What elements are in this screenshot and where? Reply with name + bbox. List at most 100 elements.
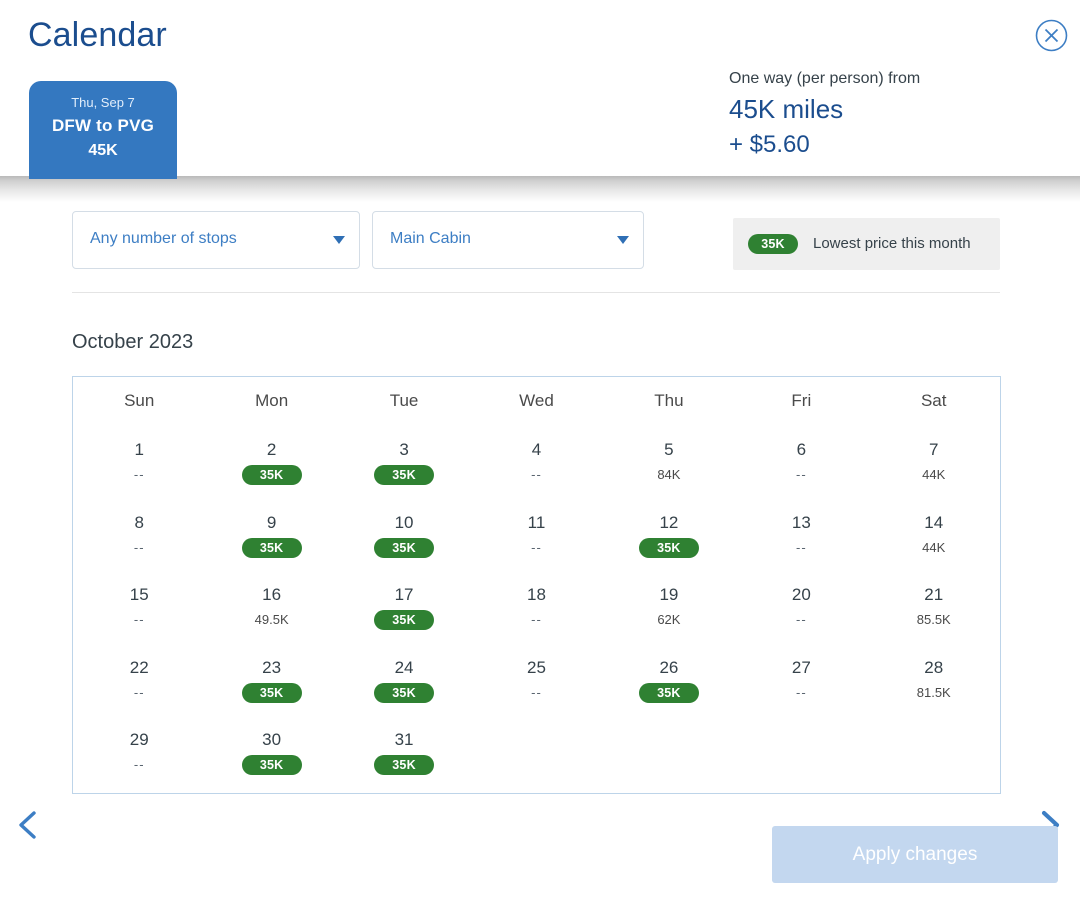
calendar-day-number: 19 [659,585,679,604]
stops-select[interactable]: Any number of stops [72,211,360,269]
dialog-header: Calendar Thu, Sep 7 DFW to PVG 45K One w… [0,0,1080,176]
calendar-day-25[interactable]: 25 -- [470,643,602,716]
calendar-day-number: 6 [796,440,807,459]
calendar-day-empty [735,715,867,788]
calendar-day-number: 25 [527,657,546,677]
calendar-day-16[interactable]: 16 49.5K [205,570,337,643]
calendar-day-price: 85.5K [916,612,951,627]
calendar-day-24[interactable]: 24 35K [338,643,470,716]
calendar-day-12[interactable]: 12 35K [603,498,735,571]
price-summary: One way (per person) from 45K miles + $5… [729,66,920,162]
calendar-day-price: 81.5K [916,684,951,700]
calendar-day-7[interactable]: 7 44K [868,425,1000,498]
calendar-day-18[interactable]: 18 -- [470,570,602,643]
calendar-day-lowest-badge: 35K [374,610,435,630]
flight-tab-date: Thu, Sep 7 [71,95,135,110]
calendar-day-lowest-badge: 35K [241,682,302,703]
calendar-day-31[interactable]: 31 35K [338,715,470,788]
calendar-week-row: 1 -- 2 35K 3 35K 4 -- 5 84K 6 -- 7 44K [73,425,1000,498]
calendar-day-26[interactable]: 26 35K [603,643,735,716]
calendar-day-price: 44K [922,467,946,482]
calendar-day-number: 26 [659,657,679,677]
calendar-day-number: 3 [399,440,409,459]
calendar-day-number: 24 [394,657,414,677]
calendar-day-price: -- [795,467,807,482]
calendar-day-lowest-badge: 35K [374,537,435,558]
calendar-day-price: -- [531,684,542,700]
calendar-day-lowest-badge: 35K [374,755,435,775]
price-summary-fee: + $5.60 [729,131,810,158]
calendar-day-price: -- [531,467,542,482]
calendar-day-23[interactable]: 23 35K [205,643,337,716]
calendar-day-number: 18 [527,585,546,604]
calendar-day-lowest-badge: 35K [374,465,435,485]
day-of-week-header: Sun Mon Tue Wed Thu Fri Sat [73,377,1000,425]
calendar-day-5[interactable]: 5 84K [603,425,735,498]
calendar-day-empty [603,715,735,788]
stops-select-value: Any number of stops [90,230,237,247]
calendar-day-1[interactable]: 1 -- [73,425,205,498]
calendar-week-row: 22 -- 23 35K 24 35K 25 -- 26 35K 27 -- 28 81.5K [73,643,1000,716]
calendar-day-21[interactable]: 21 85.5K [868,570,1000,643]
day-of-week-tue: Tue [389,391,419,410]
filters-row: Any number of stops Main Cabin 35K Lowes… [72,210,1000,272]
calendar-day-price: -- [133,612,145,627]
calendar-day-price: -- [531,612,542,627]
day-of-week-thu: Thu [654,391,684,410]
flight-tab-connector [29,173,177,179]
calendar-grid: Sun Mon Tue Wed Thu Fri Sat 1 -- 2 35K 3 35K 4 -- 5 84K… [72,376,1001,794]
header-divider-shadow [0,176,1080,202]
calendar-day-17[interactable]: 17 35K [338,570,470,643]
calendar-day-15[interactable]: 15 -- [73,570,205,643]
calendar-day-lowest-badge: 35K [374,682,435,703]
calendar-day-30[interactable]: 30 35K [205,715,337,788]
apply-changes-button[interactable]: Apply changes [772,826,1058,883]
calendar-day-number: 11 [527,512,546,532]
calendar-day-20[interactable]: 20 -- [735,570,867,643]
cabin-select[interactable]: Main Cabin [372,211,644,269]
section-divider [72,292,1000,293]
close-circle-icon[interactable] [1035,19,1068,52]
calendar-day-lowest-badge: 35K [241,537,302,558]
calendar-day-28[interactable]: 28 81.5K [868,643,1000,716]
calendar-day-27[interactable]: 27 -- [735,643,867,716]
calendar-day-number: 17 [394,585,414,604]
month-title: October 2023 [72,331,194,353]
calendar-day-number: 1 [134,440,144,459]
calendar-day-10[interactable]: 10 35K [338,498,470,571]
day-of-week-sun: Sun [124,391,155,410]
flight-tab-dfw-pvg[interactable]: Thu, Sep 7 DFW to PVG 45K [29,81,177,173]
calendar-day-6[interactable]: 6 -- [735,425,867,498]
calendar-day-number: 22 [129,657,149,677]
calendar-day-number: 28 [924,657,944,677]
calendar-day-number: 20 [791,585,811,604]
calendar-day-11[interactable]: 11 -- [470,498,602,571]
calendar-day-4[interactable]: 4 -- [470,425,602,498]
calendar-day-19[interactable]: 19 62K [603,570,735,643]
calendar-day-lowest-badge: 35K [638,682,699,703]
calendar-day-empty [868,715,1000,788]
calendar-day-29[interactable]: 29 -- [73,715,205,788]
calendar-day-price: 49.5K [254,612,289,627]
calendar-day-price: -- [133,757,145,772]
calendar-day-price: -- [133,539,145,555]
calendar-day-14[interactable]: 14 44K [868,498,1000,571]
calendar-day-3[interactable]: 3 35K [338,425,470,498]
calendar-week-row: 8 -- 9 35K 10 35K 11 -- 12 35K 13 -- 14 44K [73,498,1000,571]
calendar-dialog: Calendar Thu, Sep 7 DFW to PVG 45K One w… [0,0,1080,902]
calendar-day-number: 16 [262,585,282,604]
lowest-price-legend: 35K Lowest price this month [733,218,1000,270]
calendar-day-number: 5 [664,440,674,459]
calendar-day-22[interactable]: 22 -- [73,643,205,716]
calendar-day-price: -- [133,467,145,482]
calendar-day-9[interactable]: 9 35K [205,498,337,571]
flight-tab-route: DFW to PVG [51,116,155,135]
chevron-left-icon[interactable] [6,802,52,848]
calendar-day-8[interactable]: 8 -- [73,498,205,571]
calendar-day-13[interactable]: 13 -- [735,498,867,571]
calendar-day-price: -- [795,684,807,700]
calendar-day-number: 15 [129,585,149,604]
calendar-day-empty [470,715,602,788]
calendar-day-2[interactable]: 2 35K [205,425,337,498]
calendar-day-price: 62K [657,612,681,627]
